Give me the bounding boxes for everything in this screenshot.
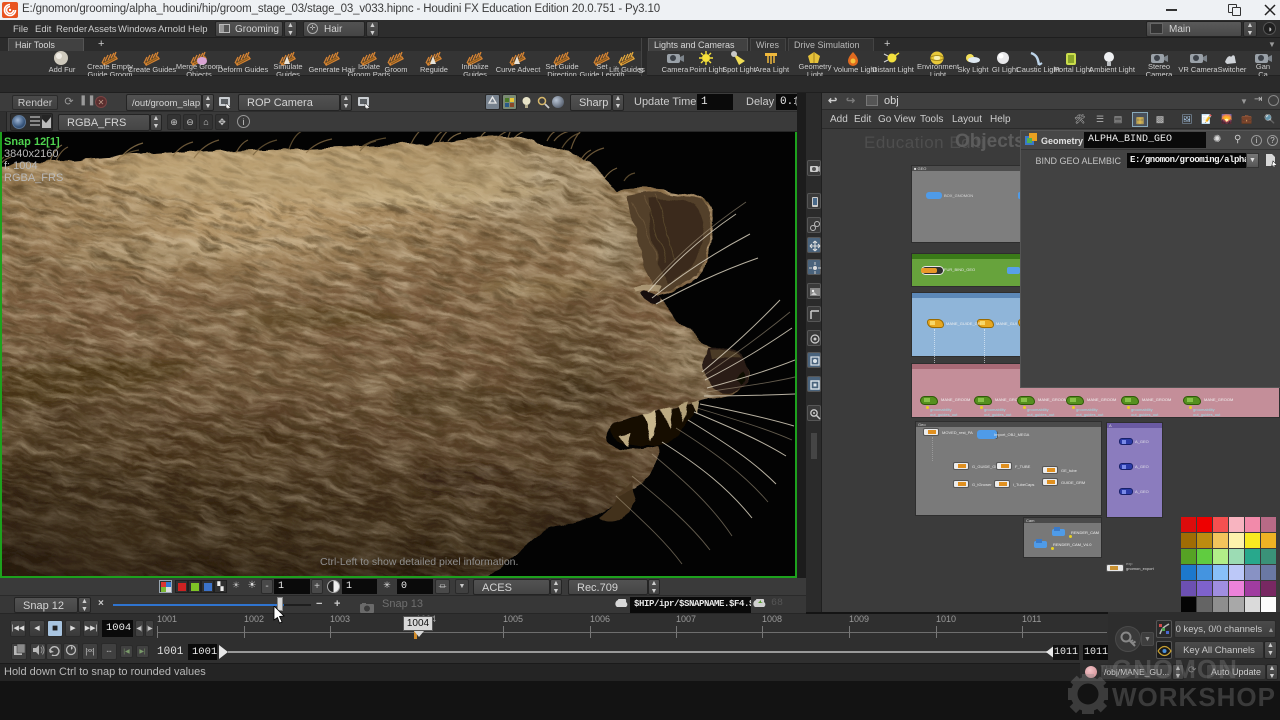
svg-text:THE: THE: [1100, 664, 1118, 674]
svg-text:GNOMON: GNOMON: [1112, 654, 1238, 684]
svg-text:WORKSHOP: WORKSHOP: [1112, 682, 1276, 712]
